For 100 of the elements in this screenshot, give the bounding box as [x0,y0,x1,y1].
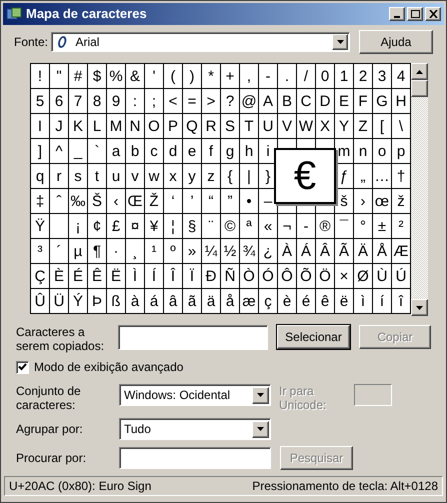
character-cell[interactable]: ç [259,289,278,314]
character-cell[interactable]: g [221,139,240,164]
character-cell[interactable]: u [107,164,126,189]
character-cell[interactable]: ¾ [240,239,259,264]
character-cell[interactable]: ° [354,214,373,239]
character-cell[interactable]: 2 [354,64,373,89]
group-by-dropdown[interactable]: Tudo [119,418,271,440]
character-cell[interactable]: ³ [31,239,50,264]
character-cell[interactable]: a [107,139,126,164]
character-cell[interactable]: B [278,89,297,114]
character-cell[interactable]: @ [240,89,259,114]
character-cell[interactable]: â [164,289,183,314]
character-cell[interactable]: ¬ [278,214,297,239]
character-cell[interactable]: ? [221,89,240,114]
character-cell[interactable]: - [297,214,316,239]
character-cell[interactable]: < [164,89,183,114]
character-cell[interactable]: © [221,214,240,239]
scroll-down-icon[interactable] [411,299,428,316]
character-cell[interactable]: ¯ [335,214,354,239]
character-cell[interactable]: I [31,114,50,139]
character-cell[interactable]: V [278,114,297,139]
character-cell[interactable]: É [69,264,88,289]
checkbox[interactable] [16,360,29,374]
character-cell[interactable]: » [183,239,202,264]
character-cell[interactable]: Û [31,289,50,314]
character-cell[interactable]: § [183,214,202,239]
character-cell[interactable]: w [145,164,164,189]
character-cell[interactable]: ë [335,289,354,314]
character-cell[interactable]: í [373,289,392,314]
character-cell[interactable]: ] [31,139,50,164]
character-cell[interactable]: Z [354,114,373,139]
character-cell[interactable]: … [373,164,392,189]
character-cell[interactable]: Ÿ [31,214,50,239]
character-cell[interactable]: Y [335,114,354,139]
character-cell[interactable]: # [69,64,88,89]
character-cell[interactable]: à [126,289,145,314]
character-cell[interactable]: Ì [126,264,145,289]
character-cell[interactable]: R [202,114,221,139]
character-cell[interactable]: Ã [335,239,354,264]
character-cell[interactable]: Ó [259,264,278,289]
character-cell[interactable]: 1 [335,64,354,89]
character-cell[interactable]: ¤ [126,214,145,239]
character-cell[interactable]: Ô [278,264,297,289]
character-cell[interactable]: - [259,64,278,89]
character-cell[interactable]: s [69,164,88,189]
character-cell[interactable]: " [50,64,69,89]
font-dropdown[interactable]: Arial [51,32,350,52]
character-cell[interactable]: ¥ [145,214,164,239]
character-cell[interactable]: L [88,114,107,139]
character-cell[interactable]: Ê [88,264,107,289]
character-cell[interactable]: ª [240,214,259,239]
character-cell[interactable]: ‰ [69,189,88,214]
character-cell[interactable]: : [126,89,145,114]
character-cell[interactable]: › [354,189,373,214]
character-cell[interactable]: ± [373,214,392,239]
character-cell[interactable]: Å [373,239,392,264]
character-cell[interactable]: ^ [50,139,69,164]
character-cell[interactable]: F [354,89,373,114]
character-cell[interactable]: ‹ [107,189,126,214]
scrollbar[interactable] [411,63,428,316]
character-cell[interactable]: Ä [354,239,373,264]
character-cell[interactable]: $ [88,64,107,89]
charset-dropdown[interactable]: Windows: Ocidental [119,384,271,406]
character-cell[interactable]: å [221,289,240,314]
character-cell[interactable]: f [202,139,221,164]
character-cell[interactable]: µ [69,239,88,264]
character-cell[interactable]: ˆ [50,189,69,214]
character-cell[interactable]: œ [373,189,392,214]
maximize-button[interactable] [407,7,423,21]
character-cell[interactable]: 6 [50,89,69,114]
character-cell[interactable]: _ [69,139,88,164]
character-cell[interactable]: ¶ [88,239,107,264]
character-cell[interactable]: T [240,114,259,139]
close-button[interactable] [425,7,441,21]
character-cell[interactable]: 3 [373,64,392,89]
character-cell[interactable]: Á [297,239,316,264]
character-cell[interactable]: Ë [107,264,126,289]
character-cell[interactable]: C [297,89,316,114]
character-cell[interactable]: % [107,64,126,89]
character-cell[interactable]: • [240,189,259,214]
character-cell[interactable]: . [278,64,297,89]
character-cell[interactable]: ¢ [88,214,107,239]
character-cell[interactable]: × [335,264,354,289]
character-cell[interactable]: h [240,139,259,164]
character-cell[interactable]: ¦ [164,214,183,239]
character-cell[interactable]: Ý [69,289,88,314]
character-cell[interactable]: Q [183,114,202,139]
character-cell[interactable]: ½ [221,239,240,264]
character-cell[interactable]: O [145,114,164,139]
character-cell[interactable]: « [259,214,278,239]
character-cell[interactable]: È [50,264,69,289]
character-cell[interactable]: Õ [297,264,316,289]
character-cell[interactable]: · [107,239,126,264]
character-cell[interactable]: Â [316,239,335,264]
character-cell[interactable]: À [278,239,297,264]
character-cell[interactable]: > [202,89,221,114]
character-cell[interactable]: Ï [183,264,202,289]
character-cell[interactable]: 8 [88,89,107,114]
scroll-thumb[interactable] [411,80,428,97]
character-cell[interactable]: Î [164,264,183,289]
